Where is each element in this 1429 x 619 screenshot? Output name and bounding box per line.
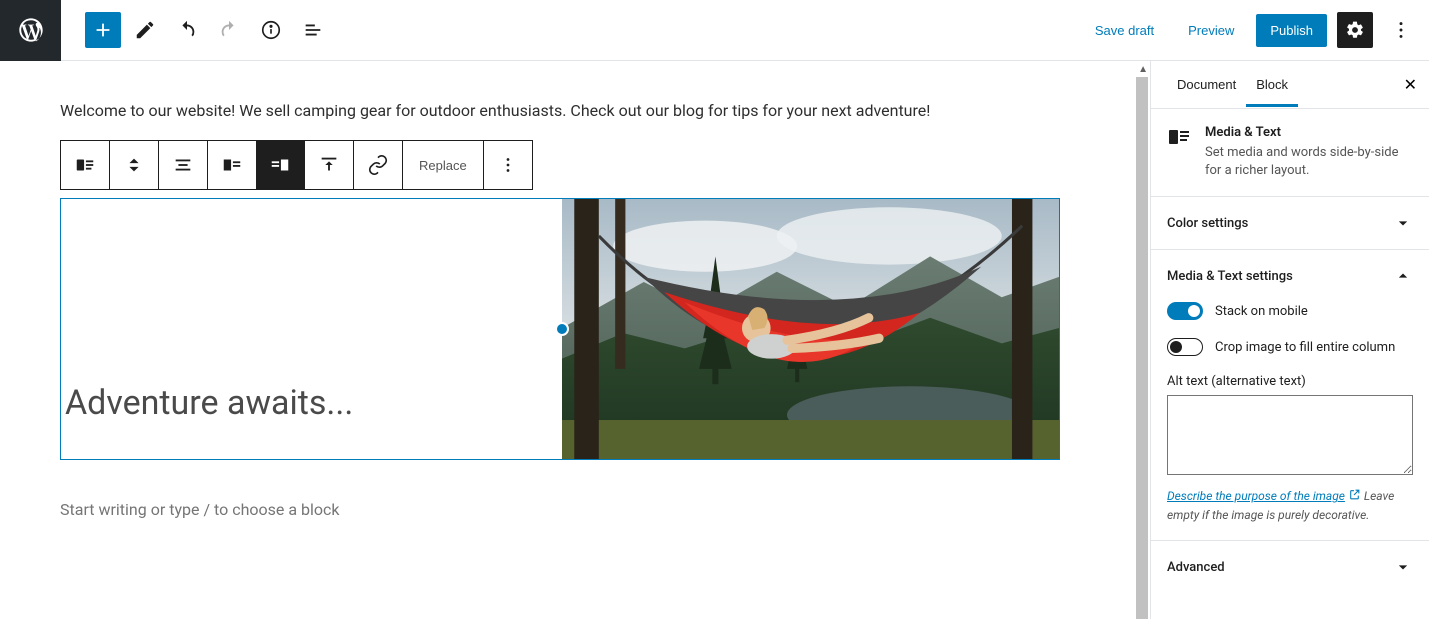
vertical-align-icon [318, 154, 340, 176]
list-icon [302, 19, 324, 41]
close-sidebar-button[interactable]: ✕ [1396, 67, 1425, 103]
panel-advanced-toggle[interactable]: Advanced [1151, 541, 1429, 593]
outline-button[interactable] [295, 12, 331, 48]
move-icon [123, 154, 145, 176]
panel-color-toggle[interactable]: Color settings [1151, 197, 1429, 249]
scroll-up-arrow[interactable]: ▲ [1138, 64, 1148, 75]
crop-fill-toggle[interactable] [1167, 338, 1203, 356]
alt-help-link[interactable]: Describe the purpose of the image [1167, 489, 1345, 503]
block-headline[interactable]: Adventure awaits... [65, 383, 353, 423]
vertical-align-button[interactable] [305, 141, 353, 189]
chevron-down-icon [1393, 557, 1413, 577]
settings-button[interactable] [1337, 12, 1373, 48]
media-text-block[interactable]: Adventure awaits... [60, 198, 1060, 460]
publish-button[interactable]: Publish [1256, 14, 1327, 47]
hammock-photo [562, 199, 1059, 459]
align-button[interactable] [159, 141, 207, 189]
link-button[interactable] [354, 141, 402, 189]
block-info-desc: Set media and words side-by-side for a r… [1205, 144, 1413, 180]
resize-handle[interactable] [555, 322, 569, 336]
chevron-down-icon [1393, 213, 1413, 233]
panel-media-text-settings: Media & Text settings Stack on mobile Cr… [1151, 249, 1429, 540]
media-left-button[interactable] [208, 141, 256, 189]
media-right-button[interactable] [256, 141, 304, 189]
redo-button[interactable] [211, 12, 247, 48]
stack-on-mobile-row: Stack on mobile [1167, 302, 1413, 320]
block-type-button[interactable] [61, 141, 109, 189]
info-icon [260, 19, 282, 41]
media-text-icon [1167, 125, 1191, 149]
add-block-button[interactable] [85, 12, 121, 48]
align-center-icon [172, 154, 194, 176]
media-text-icon [74, 154, 96, 176]
media-text-content[interactable]: Adventure awaits... [61, 199, 562, 459]
move-button[interactable] [110, 141, 158, 189]
scrollbar[interactable]: ▲ [1136, 61, 1150, 619]
block-info-title: Media & Text [1205, 125, 1413, 140]
more-menu-button[interactable] [1383, 12, 1419, 48]
tab-document[interactable]: Document [1167, 63, 1246, 107]
save-draft-button[interactable]: Save draft [1083, 15, 1166, 46]
block-more-button[interactable] [484, 141, 532, 189]
link-icon [367, 154, 389, 176]
top-toolbar: Save draft Preview Publish [0, 0, 1429, 61]
block-info-card: Media & Text Set media and words side-by… [1151, 109, 1429, 196]
alt-text-input[interactable] [1167, 395, 1413, 475]
sidebar-tabs: Document Block ✕ [1151, 61, 1429, 109]
alt-text-label: Alt text (alternative text) [1167, 374, 1413, 389]
external-link-icon [1348, 488, 1361, 506]
stack-on-mobile-toggle[interactable] [1167, 302, 1203, 320]
plus-icon [92, 19, 114, 41]
block-toolbar: Replace [60, 140, 533, 190]
settings-sidebar: Document Block ✕ Media & Text Set media … [1150, 61, 1429, 619]
undo-button[interactable] [169, 12, 205, 48]
right-tool-group: Save draft Preview Publish [1083, 12, 1429, 48]
workspace: Welcome to our website! We sell camping … [0, 61, 1429, 619]
chevron-up-icon [1393, 266, 1413, 286]
panel-advanced: Advanced [1151, 540, 1429, 593]
redo-icon [218, 19, 240, 41]
preview-button[interactable]: Preview [1176, 15, 1246, 46]
undo-icon [176, 19, 198, 41]
alt-text-help: Describe the purpose of the image Leave … [1167, 487, 1413, 524]
editor-canvas[interactable]: Welcome to our website! We sell camping … [0, 61, 1150, 619]
intro-paragraph[interactable]: Welcome to our website! We sell camping … [60, 101, 1060, 120]
kebab-icon [497, 154, 519, 176]
edit-mode-button[interactable] [127, 12, 163, 48]
kebab-icon [1390, 19, 1412, 41]
pencil-icon [134, 19, 156, 41]
panel-media-text-toggle[interactable]: Media & Text settings [1151, 250, 1429, 302]
wordpress-logo[interactable] [0, 0, 61, 61]
media-right-icon [269, 154, 291, 176]
block-appender[interactable]: Start writing or type / to choose a bloc… [60, 500, 1060, 519]
tab-block[interactable]: Block [1246, 63, 1298, 107]
media-text-media[interactable] [562, 199, 1059, 459]
wordpress-icon [17, 16, 45, 44]
scroll-thumb[interactable] [1136, 77, 1148, 619]
crop-fill-row: Crop image to fill entire column [1167, 338, 1413, 356]
left-tool-group [61, 12, 337, 48]
panel-color-settings: Color settings [1151, 196, 1429, 249]
gear-icon [1345, 20, 1365, 40]
info-button[interactable] [253, 12, 289, 48]
media-left-icon [221, 154, 243, 176]
replace-button[interactable]: Replace [403, 141, 483, 189]
